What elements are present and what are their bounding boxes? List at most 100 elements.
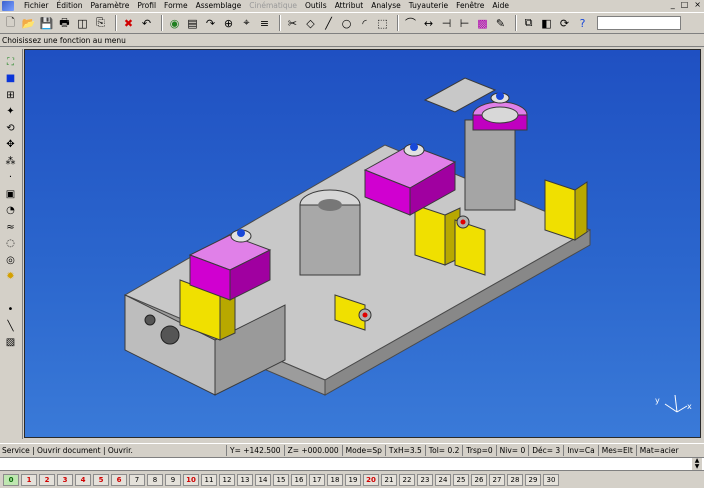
window-control-icon[interactable]: _ xyxy=(671,0,675,9)
menu-item[interactable]: Fichier xyxy=(20,1,53,10)
render-icon[interactable]: ◉ xyxy=(167,16,182,31)
menu-item[interactable]: Tuyauterie xyxy=(405,1,452,10)
layer-button[interactable]: 21 xyxy=(381,473,397,486)
layer-button[interactable]: 24 xyxy=(435,473,451,486)
layer-button[interactable]: 8 xyxy=(147,473,163,486)
fill-icon[interactable]: ▤ xyxy=(185,16,200,31)
layer-button[interactable]: 18 xyxy=(327,473,343,486)
hole-icon[interactable]: ◎ xyxy=(3,253,18,267)
pen-icon[interactable]: ✎ xyxy=(493,16,508,31)
layer-button[interactable]: 25 xyxy=(453,473,469,486)
zoom-icon[interactable]: ⊕ xyxy=(221,16,236,31)
layer-button[interactable]: 4 xyxy=(75,473,91,486)
menu-item[interactable]: Outils xyxy=(301,1,331,10)
dot-icon[interactable]: • xyxy=(3,303,18,317)
window-control-icon[interactable]: □ xyxy=(681,0,689,9)
group-icon[interactable]: ⊞ xyxy=(3,88,18,102)
layer-button[interactable]: 29 xyxy=(525,473,541,486)
extend-icon[interactable]: ⊢ xyxy=(457,16,472,31)
layer-button[interactable]: 10 xyxy=(183,473,199,486)
trim-icon[interactable]: ⊣ xyxy=(439,16,454,31)
layer-button[interactable]: 2 xyxy=(39,473,55,486)
array-icon[interactable]: ⁂ xyxy=(3,154,18,168)
square-icon[interactable]: ■ xyxy=(3,72,18,86)
move-icon[interactable]: ✥ xyxy=(3,138,18,152)
menu-item[interactable]: Cinématique xyxy=(245,1,301,10)
layer-button[interactable]: 13 xyxy=(237,473,253,486)
point-icon[interactable]: · xyxy=(3,171,18,185)
menu-item[interactable]: Aide xyxy=(488,1,513,10)
delete-icon[interactable]: ✖ xyxy=(121,16,136,31)
sweep-icon[interactable]: ≈ xyxy=(3,220,18,234)
tangent-icon[interactable]: ⌒ xyxy=(403,16,418,31)
command-line-input[interactable]: ▲ ▼ xyxy=(0,457,704,471)
menu-item[interactable]: Analyse xyxy=(367,1,405,10)
line-tool-icon[interactable]: ╲ xyxy=(3,319,18,333)
menu-item[interactable]: Forme xyxy=(160,1,192,10)
layer-button[interactable]: 9 xyxy=(165,473,181,486)
command-scroll-icon[interactable]: ▲ ▼ xyxy=(692,458,702,470)
extrude-icon[interactable]: ▣ xyxy=(3,187,18,201)
color-icon[interactable]: ▩ xyxy=(475,16,490,31)
layer-button[interactable]: 30 xyxy=(543,473,559,486)
layers-icon[interactable]: ≡ xyxy=(257,16,272,31)
layer-button[interactable]: 22 xyxy=(399,473,415,486)
arc-icon[interactable]: ◜ xyxy=(357,16,372,31)
dimension-icon[interactable]: ↔ xyxy=(421,16,436,31)
layer-button[interactable]: 3 xyxy=(57,473,73,486)
rotate-3d-icon[interactable]: ⟲ xyxy=(3,121,18,135)
menu-item[interactable]: Fenêtre xyxy=(452,1,488,10)
line-icon[interactable]: ╱ xyxy=(321,16,336,31)
layer-button[interactable]: 5 xyxy=(93,473,109,486)
light-icon[interactable]: ✹ xyxy=(3,270,18,284)
layer-button[interactable]: 0 xyxy=(3,473,19,486)
menu-item[interactable]: Édition xyxy=(53,1,87,10)
window-control-icon[interactable]: × xyxy=(694,0,701,9)
help-icon[interactable]: ? xyxy=(575,16,590,31)
revolve-icon[interactable]: ◔ xyxy=(3,204,18,218)
cut-icon[interactable]: ✂ xyxy=(285,16,300,31)
open-folder-icon[interactable]: 📂 xyxy=(21,16,36,31)
copy-icon[interactable]: ⎘ xyxy=(93,16,108,31)
layer-button[interactable]: 23 xyxy=(417,473,433,486)
blank-icon[interactable] xyxy=(3,286,18,300)
layer-button[interactable]: 6 xyxy=(111,473,127,486)
shell-icon[interactable]: ◌ xyxy=(3,237,18,251)
edge-icon[interactable]: ⬚ xyxy=(375,16,390,31)
view-icon[interactable]: ◧ xyxy=(539,16,554,31)
layer-button[interactable]: 26 xyxy=(471,473,487,486)
layer-button[interactable]: 11 xyxy=(201,473,217,486)
circle-icon[interactable]: ○ xyxy=(339,16,354,31)
layer-button[interactable]: 19 xyxy=(345,473,361,486)
snap-icon[interactable]: ✦ xyxy=(3,105,18,119)
layer-button[interactable]: 27 xyxy=(489,473,505,486)
menu-item[interactable]: Attribut xyxy=(331,1,368,10)
save-icon[interactable]: 💾 xyxy=(39,16,54,31)
measure-icon[interactable]: ⌖ xyxy=(239,16,254,31)
layer-button[interactable]: 28 xyxy=(507,473,523,486)
layer-button[interactable]: 17 xyxy=(309,473,325,486)
menu-item[interactable]: Paramètre xyxy=(86,1,133,10)
zoom-window-icon[interactable]: ⧉ xyxy=(521,16,536,31)
3d-viewport[interactable]: y x xyxy=(24,49,701,438)
hatch-icon[interactable]: ▧ xyxy=(3,336,18,350)
app-icon[interactable] xyxy=(2,0,14,11)
new-file-icon[interactable]: 🗋 xyxy=(3,16,18,31)
menu-item[interactable]: Profil xyxy=(133,1,160,10)
layer-button[interactable]: 1 xyxy=(21,473,37,486)
layer-button[interactable]: 15 xyxy=(273,473,289,486)
layer-button[interactable]: 12 xyxy=(219,473,235,486)
layer-button[interactable]: 20 xyxy=(363,473,379,486)
undo-icon[interactable]: ↶ xyxy=(139,16,154,31)
layer-button[interactable]: 14 xyxy=(255,473,271,486)
layer-button[interactable]: 7 xyxy=(129,473,145,486)
select-icon[interactable]: ⛶ xyxy=(3,55,18,69)
menu-item[interactable]: Assemblage xyxy=(192,1,246,10)
rotate-icon[interactable]: ⟳ xyxy=(557,16,572,31)
layer-button[interactable]: 16 xyxy=(291,473,307,486)
toolbar-input[interactable] xyxy=(597,16,681,30)
redo-icon[interactable]: ↷ xyxy=(203,16,218,31)
print-icon[interactable]: 🖶 xyxy=(57,16,72,31)
node-icon[interactable]: ◇ xyxy=(303,16,318,31)
preview-icon[interactable]: ◫ xyxy=(75,16,90,31)
